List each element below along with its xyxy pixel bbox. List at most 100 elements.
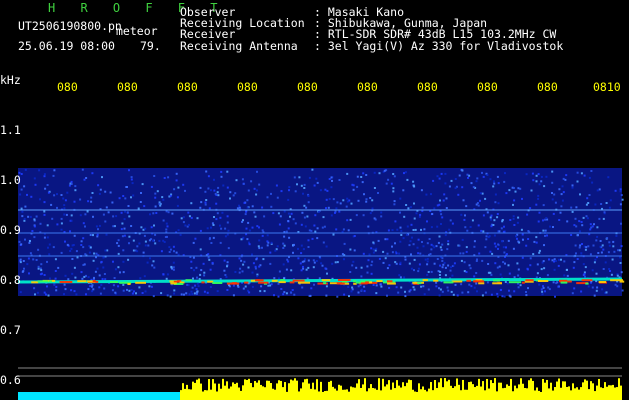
noise-speck: [98, 192, 101, 195]
noise-speck: [589, 228, 592, 231]
noise-speck: [521, 233, 524, 236]
noise-speck: [309, 294, 312, 297]
noise-speck: [620, 222, 622, 225]
noise-speck: [406, 225, 409, 228]
noise-speck: [277, 295, 280, 298]
noise-speck: [598, 188, 601, 191]
noise-speck: [166, 225, 169, 228]
noise-speck: [535, 241, 538, 244]
signal-segment: [560, 281, 568, 284]
noise-speck: [585, 246, 588, 249]
level-bar: [442, 387, 444, 400]
noise-speck: [263, 290, 266, 293]
noise-speck: [219, 224, 221, 227]
noise-speck: [252, 262, 255, 265]
noise-speck: [525, 291, 527, 293]
noise-speck: [338, 210, 341, 213]
noise-speck: [132, 194, 135, 197]
noise-speck: [282, 242, 285, 245]
noise-speck: [485, 235, 488, 238]
noise-speck: [207, 256, 210, 259]
noise-speck: [540, 180, 543, 183]
noise-speck: [169, 295, 172, 298]
noise-speck: [602, 268, 605, 270]
noise-speck: [266, 240, 269, 243]
noise-speck: [399, 197, 402, 200]
noise-speck: [90, 196, 93, 199]
noise-speck: [35, 259, 38, 261]
noise-speck: [206, 291, 209, 294]
noise-speck: [496, 213, 499, 215]
noise-speck: [33, 287, 36, 290]
noise-speck: [365, 198, 368, 201]
noise-speck: [190, 216, 193, 219]
noise-speck: [48, 253, 51, 256]
noise-speck: [413, 288, 416, 291]
noise-speck: [18, 240, 21, 243]
level-bar: [440, 378, 442, 400]
noise-speck: [591, 181, 594, 184]
level-bar: [200, 383, 202, 400]
noise-speck: [307, 239, 310, 242]
level-bar: [490, 380, 492, 400]
noise-speck: [313, 261, 316, 264]
noise-speck: [173, 292, 176, 295]
noise-speck: [234, 271, 237, 273]
time-tick: 080: [297, 80, 318, 94]
noise-speck: [47, 191, 50, 194]
noise-speck: [186, 225, 189, 228]
noise-speck: [256, 189, 258, 192]
noise-speck: [596, 189, 599, 192]
noise-speck: [436, 204, 439, 207]
level-bar: [552, 390, 554, 400]
noise-speck: [173, 188, 176, 191]
noise-speck: [54, 277, 57, 280]
noise-speck: [224, 227, 227, 230]
level-bar: [392, 382, 394, 400]
noise-speck: [393, 200, 396, 203]
noise-speck: [385, 182, 388, 185]
noise-speck: [70, 214, 73, 217]
noise-speck: [194, 284, 197, 287]
noise-speck: [128, 215, 131, 218]
noise-speck: [53, 194, 56, 197]
level-bar: [620, 385, 622, 400]
noise-speck: [192, 256, 195, 259]
noise-speck: [542, 286, 545, 289]
noise-speck: [489, 250, 492, 253]
noise-speck: [130, 178, 133, 181]
noise-speck: [308, 229, 311, 232]
noise-speck: [243, 201, 246, 204]
noise-speck: [209, 268, 212, 271]
noise-speck: [280, 190, 283, 193]
noise-speck: [294, 222, 297, 225]
level-bar: [434, 380, 436, 400]
signal-segment: [387, 282, 396, 285]
noise-speck: [404, 258, 407, 261]
noise-speck: [124, 197, 127, 200]
noise-speck: [353, 235, 356, 237]
signal-segment: [135, 281, 146, 284]
noise-speck: [360, 275, 363, 278]
noise-speck: [316, 237, 319, 240]
noise-speck: [294, 190, 297, 193]
noise-speck: [203, 290, 206, 293]
noise-speck: [596, 286, 599, 289]
level-bar: [232, 382, 234, 400]
noise-speck: [87, 288, 90, 291]
noise-speck: [460, 283, 463, 286]
noise-speck: [460, 168, 463, 171]
noise-speck: [527, 238, 530, 240]
noise-speck: [473, 275, 476, 278]
noise-speck: [402, 189, 405, 192]
noise-speck: [525, 294, 528, 297]
noise-speck: [115, 215, 118, 218]
noise-speck: [39, 273, 42, 276]
noise-speck: [171, 212, 174, 215]
noise-speck: [373, 217, 376, 220]
noise-speck: [375, 284, 378, 287]
noise-speck: [350, 290, 353, 293]
noise-speck: [124, 210, 127, 213]
noise-speck: [65, 213, 68, 216]
noise-speck: [92, 234, 94, 237]
